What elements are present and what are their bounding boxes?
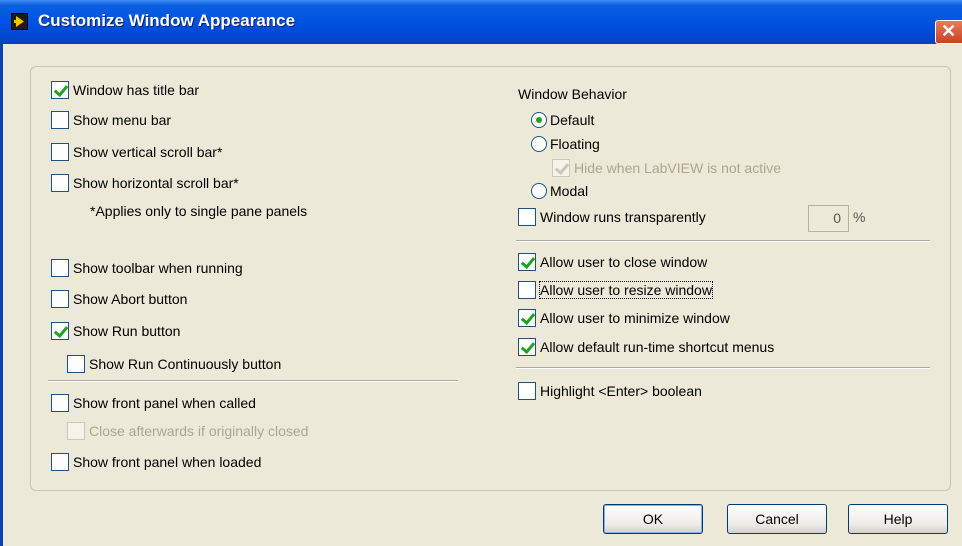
show-front-panel-when-called-checkbox[interactable]: Show front panel when called — [51, 393, 256, 413]
checkbox-icon[interactable] — [518, 382, 536, 400]
radio-icon[interactable] — [531, 183, 547, 199]
show-menu-bar-checkbox[interactable]: Show menu bar — [51, 110, 171, 130]
ok-button[interactable]: OK — [603, 504, 703, 534]
title-bar[interactable]: Customize Window Appearance ✕ — [0, 0, 962, 44]
show-run-continuously-checkbox[interactable]: Show Run Continuously button — [67, 354, 281, 374]
window-runs-transparently-checkbox[interactable]: Window runs transparently — [518, 207, 706, 227]
left-separator — [48, 380, 458, 382]
checkbox-icon[interactable] — [518, 309, 536, 327]
close-button[interactable]: ✕ — [935, 20, 962, 44]
show-vertical-scroll-bar-checkbox[interactable]: Show vertical scroll bar* — [51, 142, 222, 162]
show-front-panel-when-loaded-checkbox[interactable]: Show front panel when loaded — [51, 452, 261, 472]
radio-icon[interactable] — [531, 136, 547, 152]
behavior-default-radio[interactable]: Default — [531, 110, 594, 130]
show-abort-button-checkbox[interactable]: Show Abort button — [51, 289, 187, 309]
right-separator-top — [516, 240, 930, 242]
show-horizontal-scroll-bar-checkbox[interactable]: Show horizontal scroll bar* — [51, 173, 239, 193]
behavior-floating-radio[interactable]: Floating — [531, 134, 600, 154]
allow-close-window-checkbox[interactable]: Allow user to close window — [518, 252, 707, 272]
allow-minimize-window-checkbox[interactable]: Allow user to minimize window — [518, 308, 730, 328]
checkbox-icon[interactable] — [51, 81, 69, 99]
checkbox-icon[interactable] — [51, 394, 69, 412]
right-separator-bottom — [516, 367, 930, 369]
window-border — [0, 44, 3, 546]
checkbox-icon[interactable] — [51, 453, 69, 471]
checkbox-icon[interactable] — [51, 111, 69, 129]
transparency-input[interactable]: 0 — [808, 205, 849, 232]
checkbox-icon[interactable] — [518, 208, 536, 226]
checkbox-icon — [67, 422, 85, 440]
checkbox-icon[interactable] — [51, 322, 69, 340]
window-behavior-heading: Window Behavior — [518, 86, 627, 102]
show-toolbar-checkbox[interactable]: Show toolbar when running — [51, 258, 243, 278]
window-title: Customize Window Appearance — [38, 11, 296, 30]
checkbox-icon[interactable] — [67, 355, 85, 373]
checkbox-icon[interactable] — [51, 259, 69, 277]
labview-app-icon — [11, 13, 28, 30]
checkbox-icon — [552, 159, 570, 177]
highlight-enter-boolean-checkbox[interactable]: Highlight <Enter> boolean — [518, 381, 702, 401]
behavior-modal-radio[interactable]: Modal — [531, 181, 588, 201]
close-afterwards-checkbox: Close afterwards if originally closed — [67, 421, 308, 441]
percent-unit: % — [853, 209, 866, 225]
checkbox-icon[interactable] — [518, 253, 536, 271]
show-run-button-checkbox[interactable]: Show Run button — [51, 321, 180, 341]
radio-icon[interactable] — [531, 112, 547, 128]
checkbox-icon[interactable] — [518, 281, 536, 299]
allow-resize-window-checkbox[interactable]: Allow user to resize window — [518, 280, 713, 300]
checkbox-icon[interactable] — [51, 143, 69, 161]
hide-when-inactive-checkbox: Hide when LabVIEW is not active — [552, 158, 781, 178]
checkbox-icon[interactable] — [51, 290, 69, 308]
checkbox-icon[interactable] — [518, 338, 536, 356]
cancel-button[interactable]: Cancel — [727, 504, 827, 534]
checkbox-icon[interactable] — [51, 174, 69, 192]
window-has-title-bar-checkbox[interactable]: Window has title bar — [51, 80, 199, 100]
scroll-bar-note: *Applies only to single pane panels — [90, 203, 308, 219]
help-button[interactable]: Help — [848, 504, 948, 534]
allow-shortcut-menus-checkbox[interactable]: Allow default run-time shortcut menus — [518, 337, 774, 357]
